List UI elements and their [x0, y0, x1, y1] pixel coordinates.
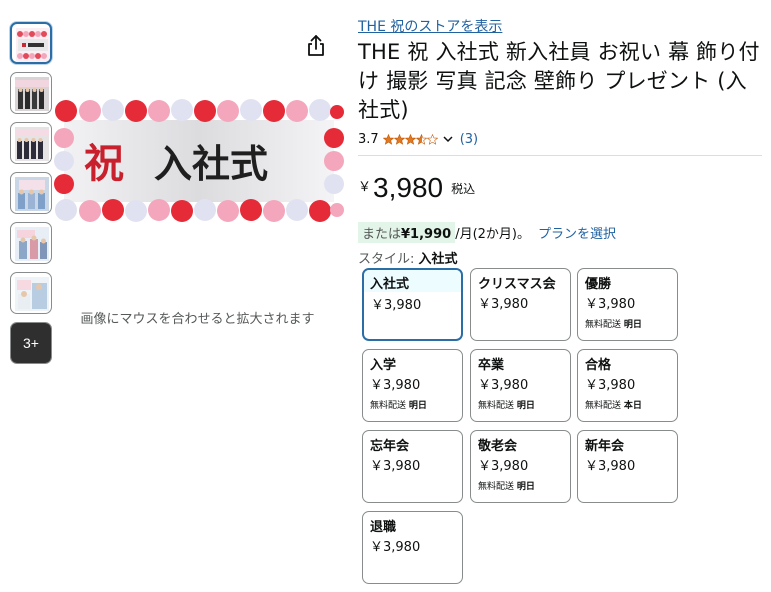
more-images-label: 3+ — [11, 323, 51, 363]
option-price: ￥3,980 — [478, 459, 529, 474]
style-option-keirokai[interactable]: 敬老会 ￥3,980 無料配送 明日 — [470, 430, 571, 503]
style-option-sotsugyo[interactable]: 卒業 ￥3,980 無料配送 明日 — [470, 349, 571, 422]
style-value: 入社式 — [418, 252, 458, 267]
option-price: ￥3,980 — [370, 459, 421, 474]
thumbnail-5[interactable] — [10, 222, 52, 264]
thumbnail-3-image — [15, 127, 49, 161]
style-selection-label: スタイル: 入社式 — [358, 248, 762, 267]
option-price: ￥3,980 — [370, 540, 421, 555]
style-option-nyushashiki[interactable]: 入社式 ￥3,980 — [362, 268, 463, 341]
option-shipping: 無料配送 明日 — [478, 401, 535, 411]
thumbnail-5-image — [15, 227, 49, 261]
star-full-icon — [404, 133, 416, 145]
divider — [358, 155, 762, 156]
price-row: ￥ 3,980 税込 — [358, 172, 762, 208]
star-rating-icon[interactable] — [382, 133, 438, 145]
star-half-icon — [415, 133, 427, 145]
store-link[interactable]: THE 祝のストアを表示 — [358, 16, 762, 36]
style-option-gokaku[interactable]: 合格 ￥3,980 無料配送 本日 — [577, 349, 678, 422]
style-option-shinnenkai[interactable]: 新年会 ￥3,980 — [577, 430, 678, 503]
select-plan-link[interactable]: プランを選択 — [538, 223, 616, 242]
option-name: 入学 — [370, 358, 397, 373]
thumbnail-1[interactable] — [10, 22, 52, 64]
star-full-icon — [382, 133, 394, 145]
option-name: 卒業 — [478, 358, 505, 373]
option-price: ￥3,980 — [585, 297, 636, 312]
price-value: 3,980 — [373, 172, 444, 203]
tax-label: 税込 — [451, 182, 476, 196]
installment-suffix: /月(2か月)。 — [455, 226, 530, 242]
option-shipping: 無料配送 明日 — [478, 482, 535, 492]
option-name: 忘年会 — [370, 439, 410, 454]
option-shipping: 無料配送 明日 — [585, 320, 642, 330]
style-option-yusho[interactable]: 優勝 ￥3,980 無料配送 明日 — [577, 268, 678, 341]
rating-value: 3.7 — [358, 131, 379, 147]
option-name: 合格 — [585, 358, 612, 373]
rating-row: 3.7 (3) — [358, 129, 762, 149]
thumbnail-4[interactable] — [10, 172, 52, 214]
style-option-bonenkai[interactable]: 忘年会 ￥3,980 — [362, 430, 463, 503]
star-empty-icon — [426, 133, 438, 145]
thumbnail-6-image — [15, 277, 49, 311]
thumbnail-4-image — [15, 177, 49, 211]
style-option-nyugaku[interactable]: 入学 ￥3,980 無料配送 明日 — [362, 349, 463, 422]
thumbnail-more[interactable]: 3+ — [10, 322, 52, 364]
option-price: ￥3,980 — [478, 297, 529, 312]
option-shipping: 無料配送 明日 — [370, 401, 427, 411]
installment-badge: または¥1,990 — [358, 221, 456, 243]
option-shipping: 無料配送 本日 — [585, 401, 642, 411]
zoom-hint: 画像にマウスを合わせると拡大されます — [80, 312, 315, 327]
option-price: ￥3,980 — [370, 378, 421, 393]
option-price: ￥3,980 — [478, 378, 529, 393]
option-price: ￥3,980 — [585, 378, 636, 393]
thumbnail-1-image — [16, 28, 50, 62]
option-name: 優勝 — [585, 277, 612, 292]
installment-prefix: または — [362, 226, 402, 242]
option-price: ￥3,980 — [585, 459, 636, 474]
review-count-link[interactable]: (3) — [460, 132, 478, 147]
share-icon[interactable] — [305, 34, 327, 58]
option-name: 退職 — [370, 520, 397, 535]
banner-text-black: 入社式 — [154, 141, 268, 186]
installment-amount: ¥1,990 — [401, 226, 452, 242]
style-option-taishoku[interactable]: 退職 ￥3,980 — [362, 511, 463, 584]
style-option-christmas[interactable]: クリスマス会 ￥3,980 — [470, 268, 571, 341]
banner-text-red: 祝 — [84, 140, 124, 187]
style-label: スタイル: — [358, 252, 415, 267]
option-price: ￥3,980 — [371, 298, 422, 313]
installment-row: または¥1,990 /月(2か月)。 プランを選択 — [358, 221, 762, 243]
thumbnail-2-image — [15, 77, 49, 111]
product-title: THE 祝 入社式 新入社員 お祝い 幕 飾り付け 撮影 写真 記念 壁飾り プ… — [358, 40, 760, 122]
banner-image: 祝 入社式 — [54, 98, 344, 224]
option-name: 入社式 — [364, 270, 461, 292]
chevron-down-icon[interactable] — [442, 134, 454, 144]
product-info: THE 祝のストアを表示 THE 祝 入社式 新入社員 お祝い 幕 飾り付け 撮… — [358, 16, 762, 267]
thumbnail-2[interactable] — [10, 72, 52, 114]
thumbnail-3[interactable] — [10, 122, 52, 164]
option-name: 敬老会 — [478, 439, 518, 454]
price-currency: ￥ — [358, 180, 372, 195]
main-product-image[interactable]: 祝 入社式 — [54, 98, 344, 224]
option-name: 新年会 — [585, 439, 625, 454]
option-name: クリスマス会 — [478, 277, 556, 292]
star-full-icon — [393, 133, 405, 145]
